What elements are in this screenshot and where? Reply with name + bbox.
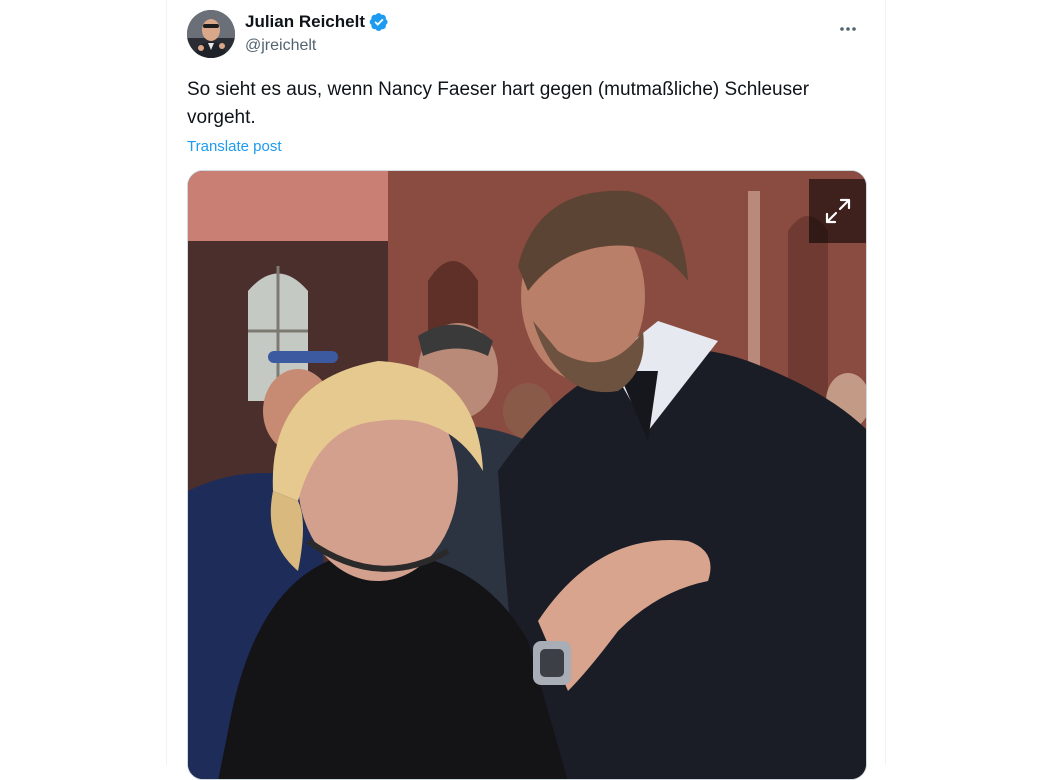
avatar[interactable] [187, 10, 235, 58]
post-header: Julian Reichelt @jreichelt [187, 10, 865, 58]
post-media[interactable] [187, 170, 867, 780]
more-horizontal-icon [840, 27, 856, 31]
verified-badge-icon[interactable] [369, 12, 389, 32]
name-row: Julian Reichelt [245, 12, 389, 32]
post-text: So sieht es aus, wenn Nancy Faeser hart … [187, 79, 810, 128]
expand-media-button[interactable] [809, 179, 866, 243]
timeline-column: Julian Reichelt @jreichelt So sieht es a… [166, 0, 886, 780]
post-photo [188, 171, 866, 779]
expand-icon [825, 198, 850, 224]
display-name[interactable]: Julian Reichelt [245, 12, 365, 32]
translate-post-link[interactable]: Translate post [187, 138, 282, 155]
more-options-button[interactable] [831, 12, 865, 46]
author-handle[interactable]: @jreichelt [245, 37, 316, 55]
avatar-image [187, 10, 235, 58]
